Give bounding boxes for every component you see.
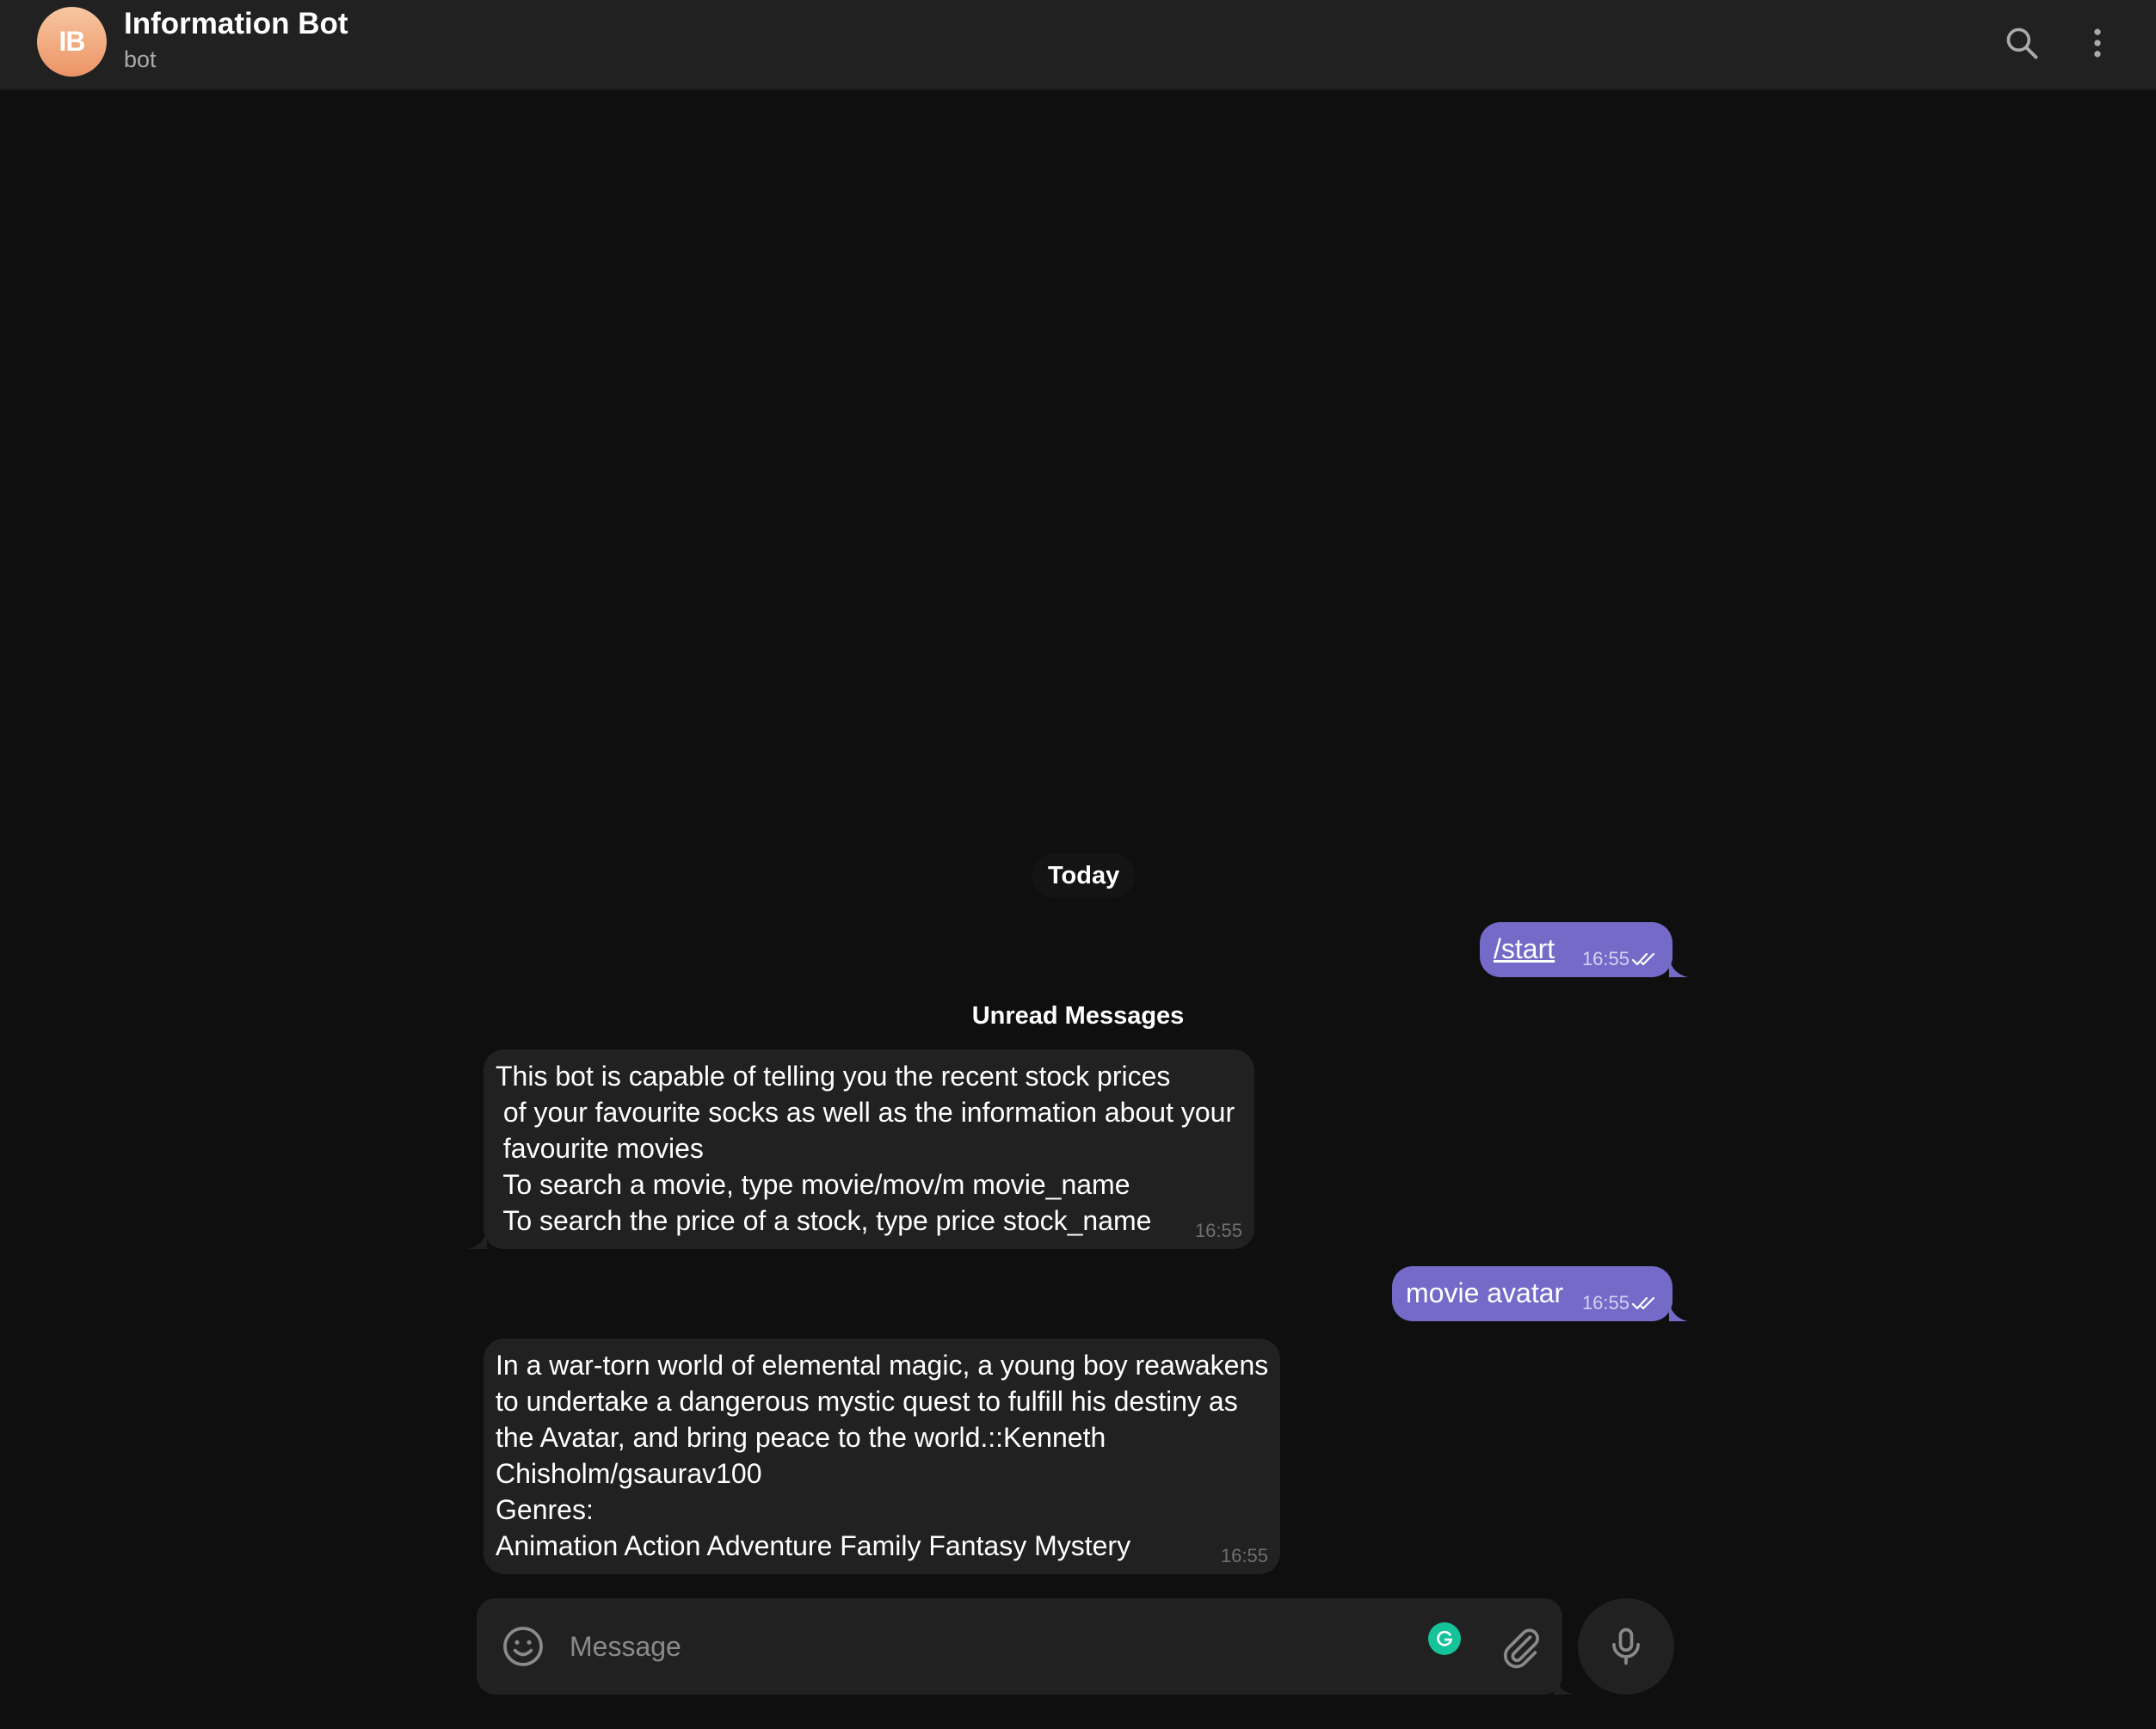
double-check-icon (1631, 1296, 1655, 1310)
message-meta: 16:55 (1582, 950, 1660, 969)
message-meta: 16:55 (1195, 1221, 1242, 1240)
chat-status: bot (124, 46, 157, 72)
more-options-button[interactable] (2073, 19, 2122, 67)
message-time: 16:55 (1194, 1220, 1242, 1241)
message-composer (477, 1598, 1562, 1695)
search-button[interactable] (1998, 19, 2046, 67)
voice-record-button[interactable] (1578, 1598, 1674, 1695)
message-text: movie avatar (1406, 1277, 1564, 1308)
message-outgoing[interactable]: movie avatar 16:55 (1392, 1266, 1688, 1321)
grammarly-icon[interactable] (1428, 1622, 1461, 1655)
chat-title: Information Bot (124, 7, 348, 40)
bubble-tail (468, 1230, 487, 1249)
message-text: In a war-torn world of elemental magic, … (496, 1350, 1269, 1561)
message-outgoing[interactable]: /start 16:55 (1480, 922, 1688, 977)
message-incoming[interactable]: This bot is capable of telling you the r… (468, 1049, 1254, 1249)
microphone-icon (1612, 1627, 1640, 1665)
message-time: 16:55 (1581, 948, 1629, 969)
message-incoming[interactable]: In a war-torn world of elemental magic, … (484, 1338, 1280, 1574)
composer-tail (1554, 1674, 1574, 1695)
message-time: 16:55 (1581, 1292, 1629, 1314)
message-time: 16:55 (1220, 1545, 1268, 1566)
more-vertical-icon (2094, 28, 2101, 58)
unread-separator: Unread Messages (0, 994, 2156, 1037)
emoji-icon[interactable] (499, 1622, 547, 1671)
unread-label: Unread Messages (971, 1001, 1185, 1030)
date-separator: Today (1032, 853, 1136, 898)
avatar[interactable]: IB (37, 7, 107, 77)
double-check-icon (1631, 952, 1655, 966)
message-text: This bot is capable of telling you the r… (496, 1061, 1235, 1236)
attach-icon[interactable] (1497, 1624, 1545, 1672)
bubble-tail (1669, 1302, 1688, 1321)
bubble-tail (1669, 958, 1688, 977)
chat-header[interactable]: IB Information Bot bot (0, 0, 2156, 90)
command-link[interactable]: /start (1494, 933, 1555, 964)
message-meta: 16:55 (1582, 1294, 1660, 1313)
message-input[interactable] (570, 1624, 1172, 1669)
search-icon (2006, 28, 2038, 59)
message-meta: 16:55 (1221, 1547, 1268, 1566)
grammarly-g-glyph (1437, 1630, 1453, 1646)
